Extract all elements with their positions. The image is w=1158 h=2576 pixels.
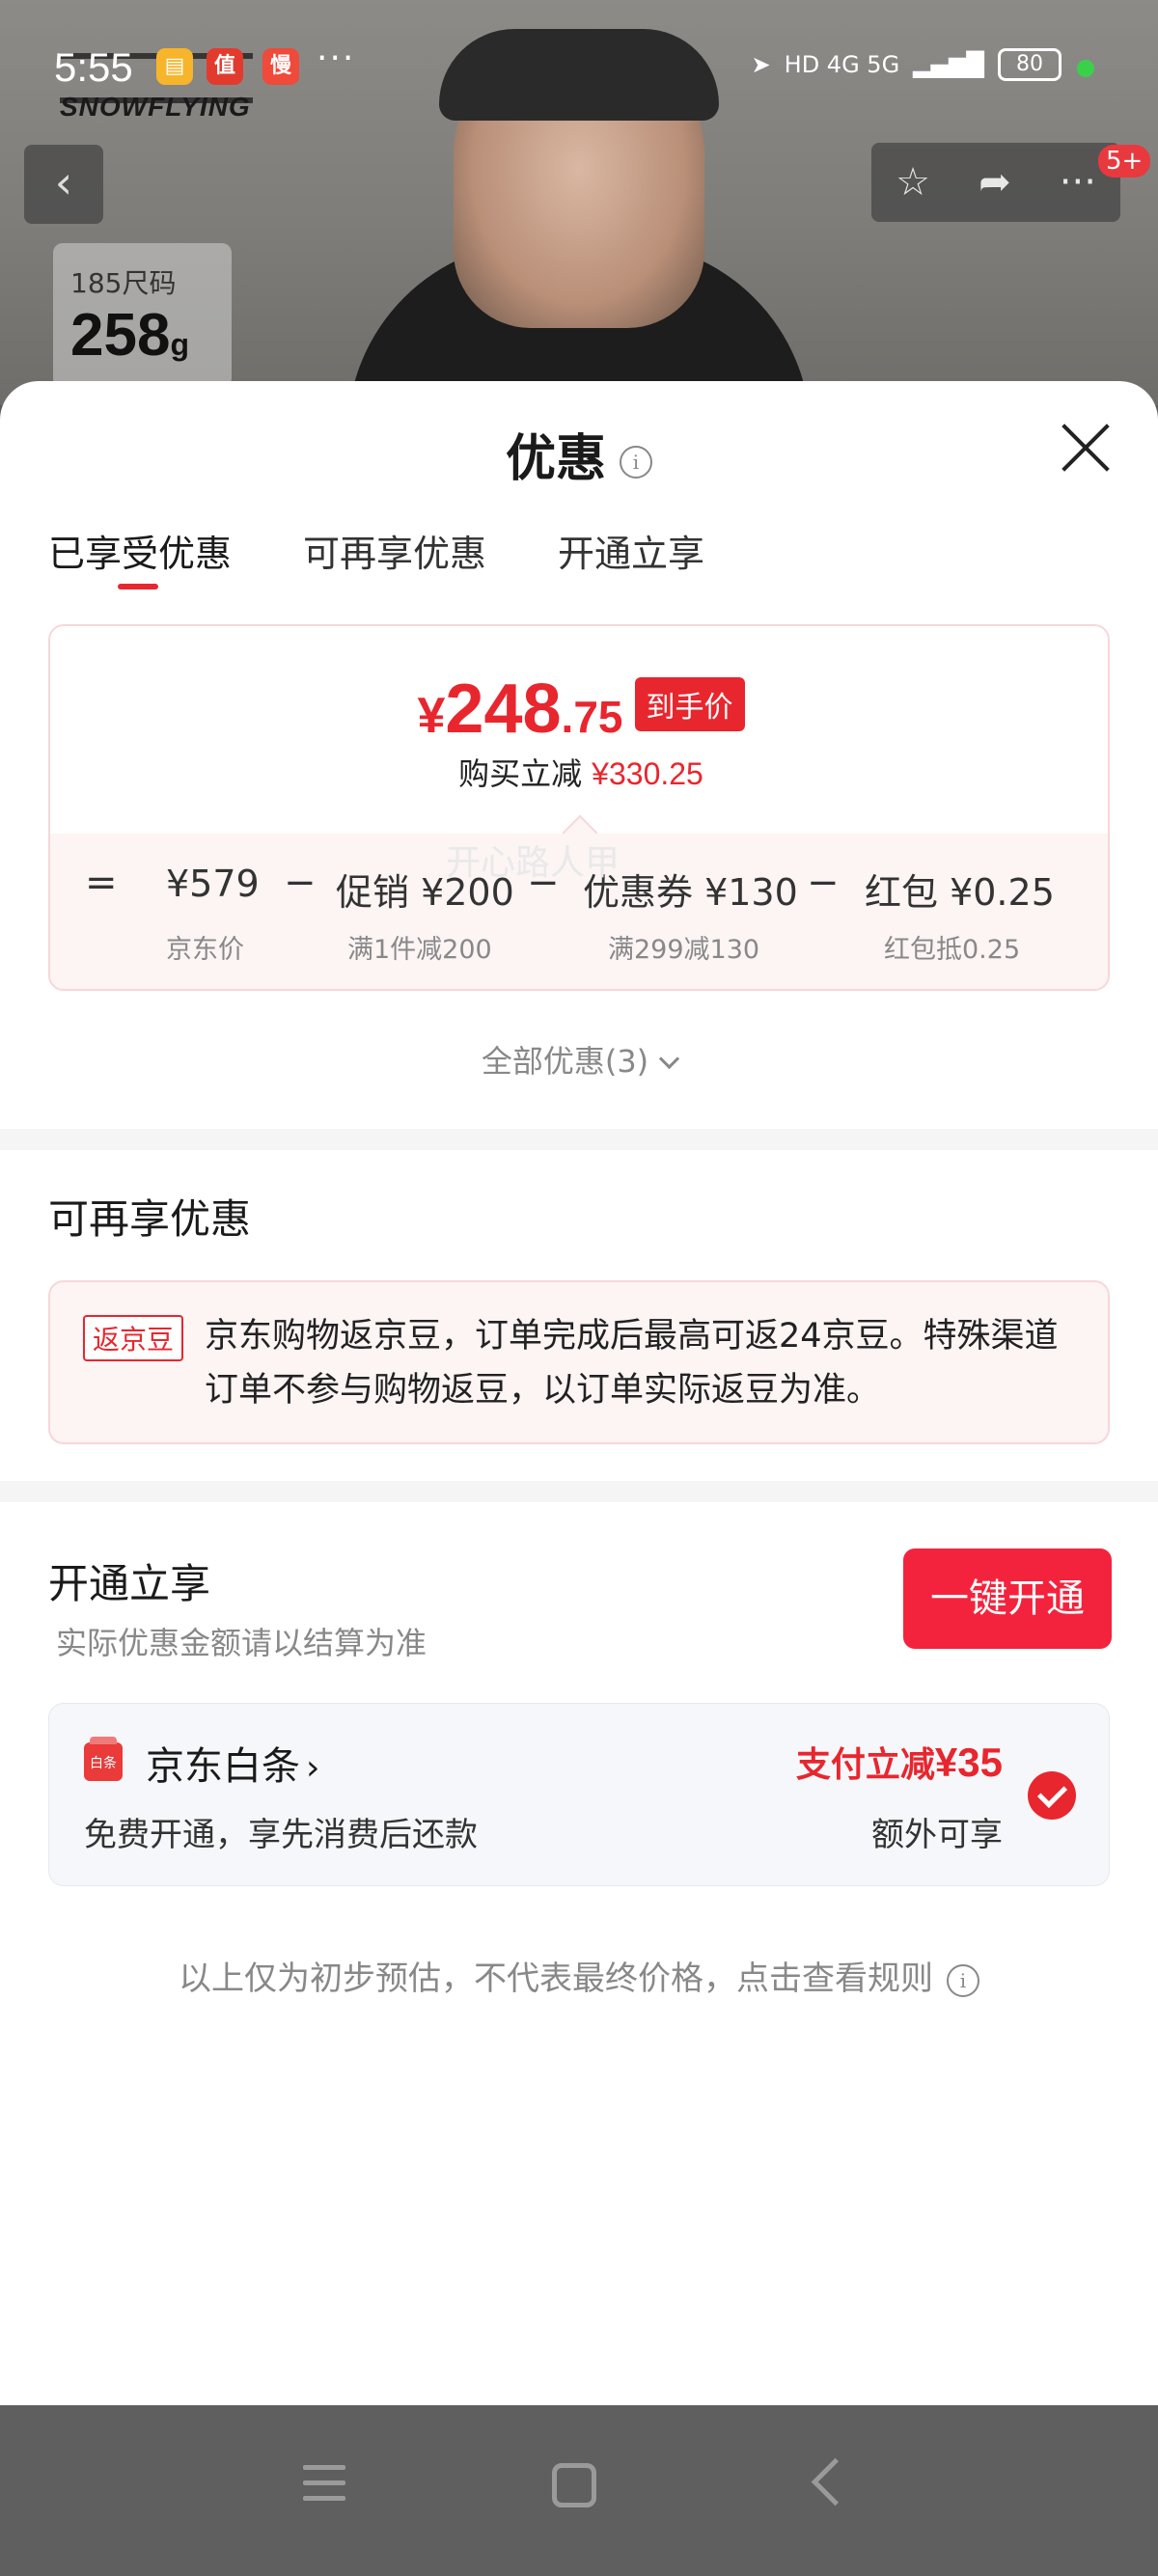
final-price: ¥248.75 到手价 [50,670,1108,749]
baitiao-extra: 额外可享 [871,1816,1003,1854]
tab-activate[interactable]: 开通立享 [558,524,704,577]
breakdown-redpacket-sub: 红包抵0.25 [884,935,1021,965]
breakdown-promo-sub: 满1件减200 [347,935,492,965]
baitiao-option[interactable]: 白条 京东白条 › 免费开通，享先消费后还款 支付立减¥35 额外可享 [48,1703,1110,1886]
instant-discount: 购买立减 ¥330.25 [458,755,703,792]
privacy-indicator-dot [1077,60,1094,77]
note-app-icon: ▤ [156,48,193,85]
system-nav-bar [0,2405,1158,2576]
baitiao-promo: 支付立减¥35 [795,1740,1003,1785]
checkmark-icon[interactable] [1028,1771,1076,1820]
estimate-rules-note[interactable]: 以上仅为初步预估，不代表最终价格，点击查看规则 i [0,1952,1158,1999]
watermark: 开心路人甲 [446,843,620,883]
size-weight-card: 185尺码 258g [53,243,232,388]
baitiao-logo-icon: 白条 [84,1737,123,1781]
jd-bean-text: 京东购物返京豆，订单完成后最高可返24京豆。特殊渠道订单不参与购物返豆，以订单实… [205,1317,1059,1410]
baitiao-desc: 免费开通，享先消费后还款 [84,1816,478,1854]
all-discounts-toggle[interactable]: 全部优惠(3) [0,1037,1158,1082]
man-app-icon: 慢 [262,48,299,85]
more-icon[interactable]: ··· [1060,160,1096,205]
network-indicator: HD 4G 5G [784,51,900,78]
one-click-activate-button[interactable]: 一键开通 [903,1548,1112,1649]
home-icon[interactable] [552,2463,596,2507]
tab-enjoyed[interactable]: 已享受优惠 [48,524,232,589]
activate-note: 实际优惠金额请以结算为准 [56,1625,427,1661]
section-divider [0,1481,1158,1502]
top-action-group: ☆ ➦ ··· [871,143,1120,222]
chevron-left-icon: ‹ [54,156,73,208]
close-button[interactable] [1058,420,1114,476]
reshare-section-title: 可再享优惠 [48,1195,252,1243]
more-status-icon: ··· [317,39,356,78]
breakdown-jd-price-sub: 京东价 [166,935,244,965]
jd-bean-tag: 返京豆 [83,1315,184,1361]
final-price-box: ¥248.75 到手价 购买立减 ¥330.25 = ¥579 京东价 − 促销 ¥… [48,624,1110,991]
signal-group: ➤ HD 4G 5G ▂▄▆█ 80 [752,48,1062,81]
zhide-app-icon: 值 [207,48,243,85]
share-icon[interactable]: ➦ [979,160,1011,205]
chevron-right-icon: › [306,1748,320,1788]
menu-icon[interactable] [303,2465,345,2502]
breakdown-redpacket: 红包 ¥0.25 [865,871,1055,914]
tab-more-available[interactable]: 可再享优惠 [303,524,486,577]
jd-bean-box: 返京豆 京东购物返京豆，订单完成后最高可返24京豆。特殊渠道订单不参与购物返豆，… [48,1280,1110,1444]
back-icon[interactable] [811,2457,860,2507]
activate-section-title: 开通立享 [48,1560,211,1607]
size-label: 185尺码 [70,267,177,299]
breakdown-jd-price: ¥579 [166,863,260,905]
discount-tabs: 已享受优惠 可再享优惠 开通立享 [48,524,704,589]
baitiao-name[interactable]: 京东白条 › [146,1735,319,1791]
minus-sign: − [284,861,317,905]
info-icon: i [947,1963,979,1997]
location-icon: ➤ [751,51,771,78]
chevron-down-icon [659,1048,680,1070]
weight-value: 258g [70,302,189,369]
back-button[interactable]: ‹ [24,145,103,224]
signal-icon: ▂▄▆█ [913,51,984,78]
star-icon[interactable]: ☆ [896,160,930,205]
breakdown-coupon-sub: 满299减130 [608,935,760,965]
notification-badge: 5+ [1098,145,1151,178]
discount-sheet: 优惠 i 已享受优惠 可再享优惠 开通立享 ¥248.75 到手价 购买立减 ¥330… [0,381,1158,2405]
equals-sign: = [85,861,118,905]
battery-icon: 80 [998,48,1062,81]
status-time: 5:55 [54,44,133,90]
section-divider [0,1129,1158,1150]
sheet-title: 优惠 i [0,418,1158,490]
status-bar: 5:55 ▤ 值 慢 ··· ➤ HD 4G 5G ▂▄▆█ 80 [0,39,1158,96]
minus-sign: − [807,861,840,905]
final-price-tag: 到手价 [634,677,745,731]
info-icon[interactable]: i [620,446,652,479]
